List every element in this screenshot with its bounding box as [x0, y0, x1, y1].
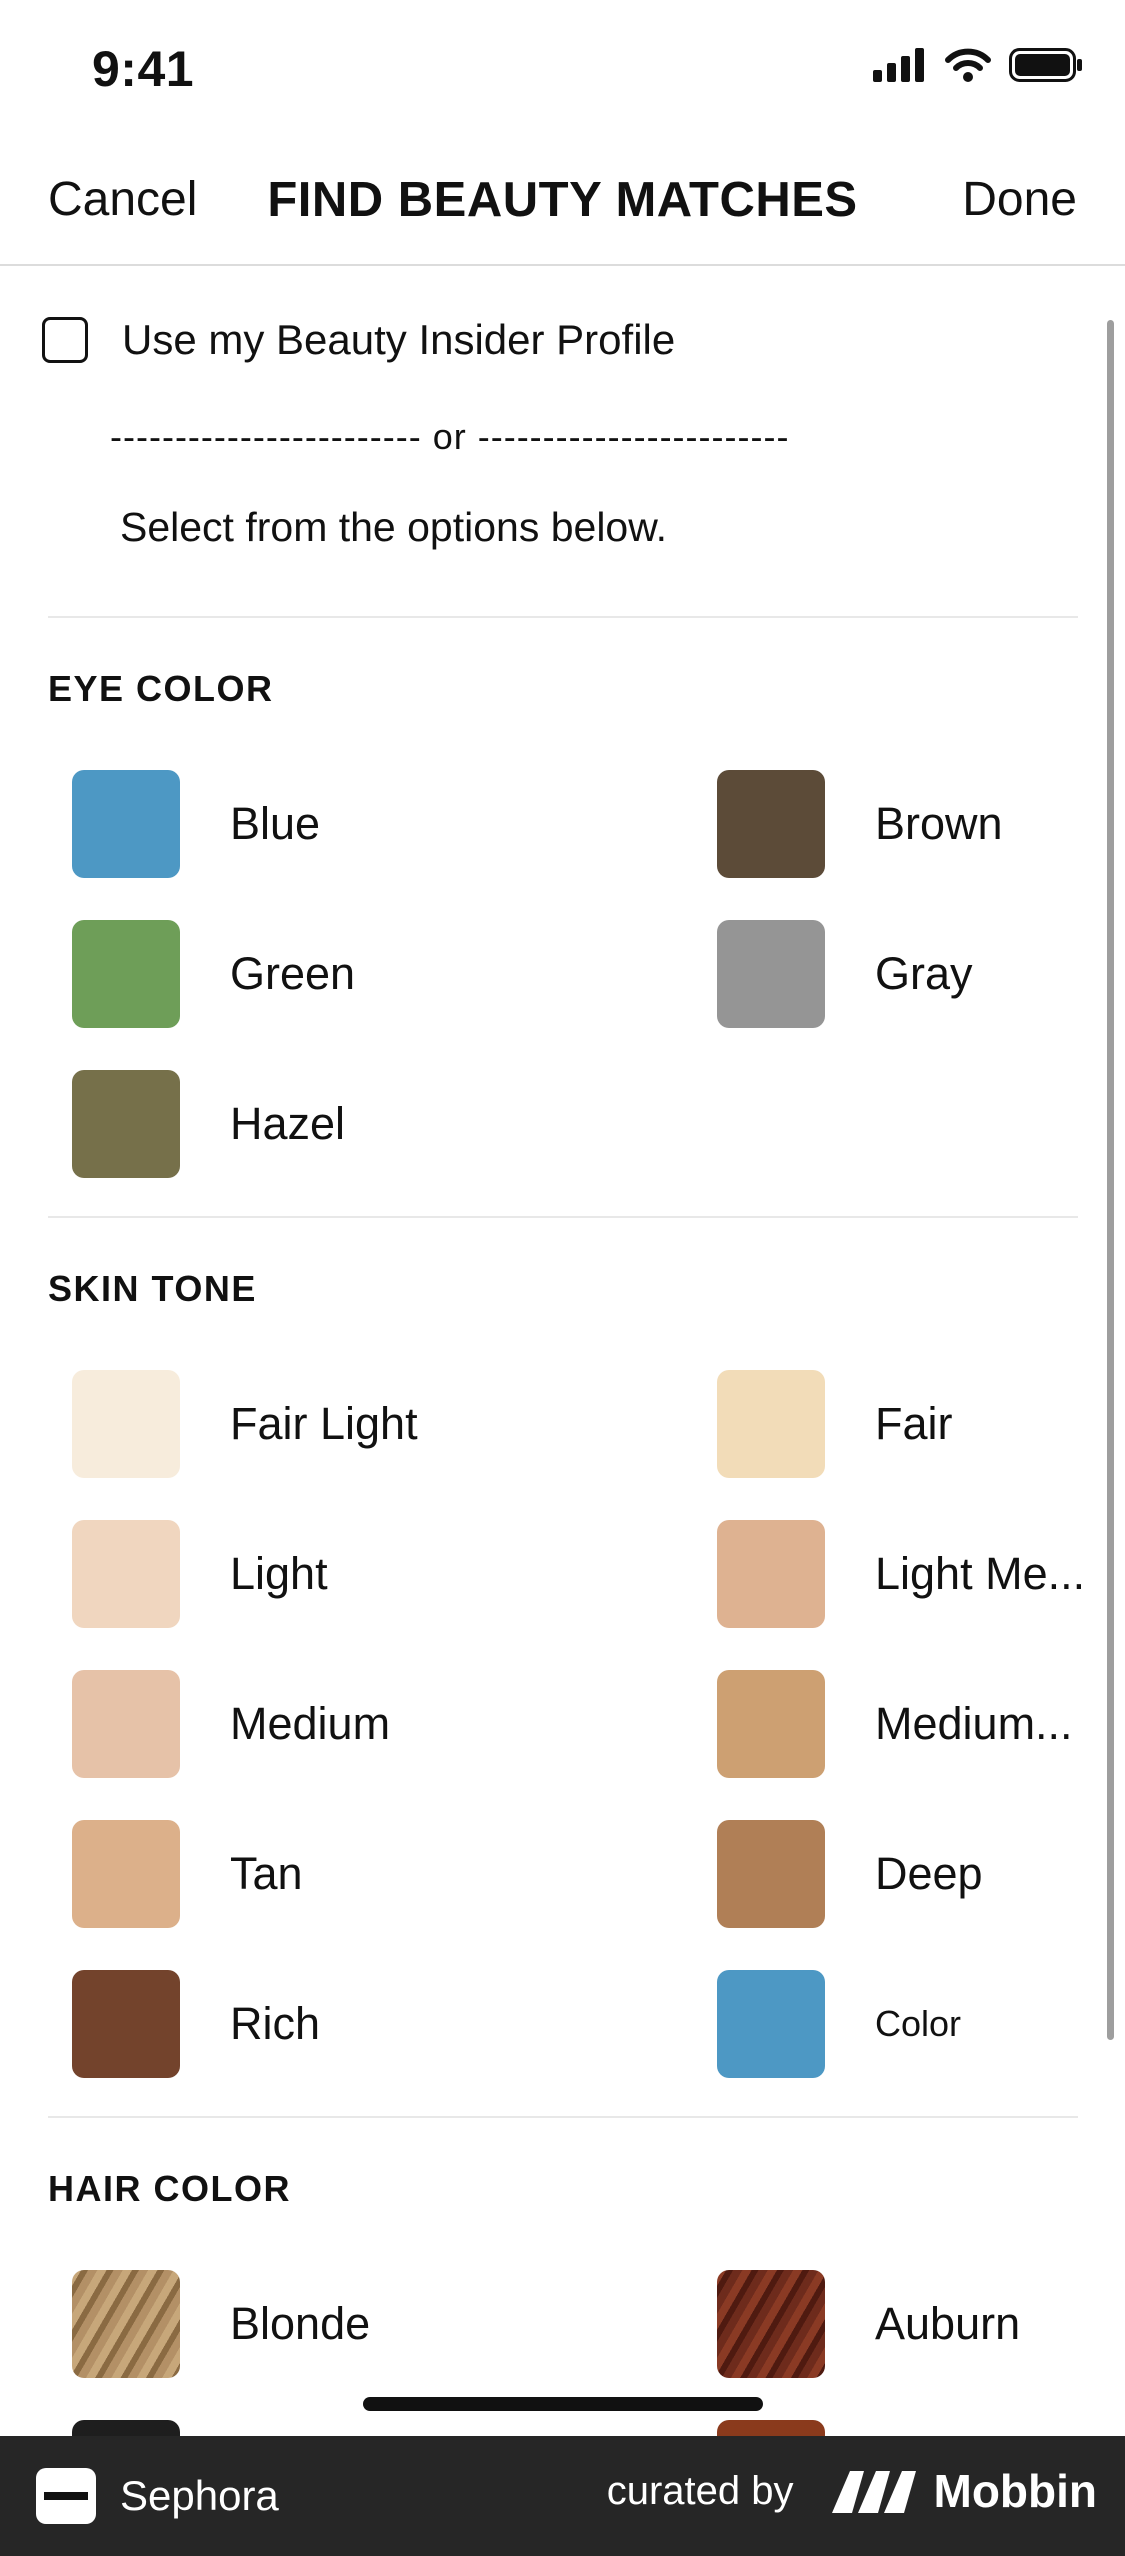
skin-tone-option-light-medium[interactable]: Light Me...	[717, 1520, 1085, 1628]
profile-checkbox-label: Use my Beauty Insider Profile	[122, 316, 676, 363]
home-indicator[interactable]	[363, 2397, 763, 2411]
color-swatch	[717, 1970, 825, 2078]
hair-swatch	[717, 2270, 825, 2378]
curated-by-text: curated by	[606, 2468, 794, 2513]
option-label: Light	[230, 1548, 328, 1599]
eye-color-option-green[interactable]: Green	[72, 920, 355, 1028]
skin-tone-option-rich[interactable]: Rich	[72, 1970, 320, 2078]
skin-tone-option-medium[interactable]: Medium	[72, 1670, 390, 1778]
skin-tone-option-fair-light[interactable]: Fair Light	[72, 1370, 418, 1478]
done-button[interactable]: Done	[962, 172, 1077, 227]
navigation-bar: Cancel FIND BEAUTY MATCHES Done	[0, 140, 1125, 266]
mobbin-wordmark: Mobbin	[933, 2465, 1098, 2517]
color-swatch	[717, 920, 825, 1028]
color-swatch	[72, 1370, 180, 1478]
mobbin-logo-icon	[831, 2471, 916, 2513]
option-label: Gray	[875, 948, 973, 999]
battery-icon	[1009, 48, 1082, 82]
status-bar: 9:41	[0, 0, 1125, 140]
beauty-insider-profile-option[interactable]: Use my Beauty Insider Profile	[42, 316, 675, 364]
option-label: Tan	[230, 1848, 303, 1899]
section-divider	[48, 1216, 1078, 1218]
option-label: Rich	[230, 1998, 321, 2049]
option-label: Medium...	[875, 1698, 1073, 1749]
color-swatch	[72, 1070, 180, 1178]
wifi-icon	[945, 48, 991, 82]
skin-tone-option-color[interactable]: Color	[717, 1970, 961, 2078]
app-brand: Sephora	[36, 2468, 279, 2524]
section-divider	[48, 2116, 1078, 2118]
skin-tone-option-medium-deep[interactable]: Medium...	[717, 1670, 1073, 1778]
skin-tone-heading: SKIN TONE	[48, 1268, 257, 1309]
status-icons	[873, 48, 1083, 82]
profile-checkbox[interactable]	[42, 317, 88, 363]
option-label: Medium	[230, 1698, 391, 1749]
or-divider: ------------------------ or ------------…	[110, 416, 790, 457]
option-label: Light Me...	[875, 1548, 1086, 1599]
color-swatch	[72, 1670, 180, 1778]
hair-swatch[interactable]	[72, 2420, 180, 2436]
option-label: Fair Light	[230, 1398, 418, 1449]
hair-color-option-blonde[interactable]: Blonde	[72, 2270, 370, 2378]
hair-swatch[interactable]	[717, 2420, 825, 2436]
hair-color-heading: HAIR COLOR	[48, 2168, 291, 2209]
color-swatch	[72, 770, 180, 878]
color-swatch	[72, 1520, 180, 1628]
color-swatch	[72, 1820, 180, 1928]
eye-color-option-brown[interactable]: Brown	[717, 770, 1003, 878]
option-label: Blue	[230, 798, 321, 849]
option-label: Blonde	[230, 2298, 371, 2349]
option-label: Color	[875, 2003, 962, 2044]
skin-tone-option-fair[interactable]: Fair	[717, 1370, 953, 1478]
curation-credit: curated by Mobbin	[607, 2464, 1097, 2518]
color-swatch	[72, 1970, 180, 2078]
eye-color-heading: EYE COLOR	[48, 668, 274, 709]
color-swatch	[717, 1820, 825, 1928]
sephora-logo-icon	[36, 2468, 96, 2524]
status-time: 9:41	[92, 41, 195, 97]
option-label: Brown	[875, 798, 1003, 849]
color-swatch	[717, 1670, 825, 1778]
skin-tone-option-tan[interactable]: Tan	[72, 1820, 303, 1928]
color-swatch	[717, 1370, 825, 1478]
option-label: Fair	[875, 1398, 953, 1449]
option-label: Auburn	[875, 2298, 1021, 2349]
filter-content[interactable]: Use my Beauty Insider Profile ----------…	[0, 266, 1125, 2436]
hair-swatch	[72, 2270, 180, 2378]
section-divider	[48, 616, 1078, 618]
eye-color-option-blue[interactable]: Blue	[72, 770, 320, 878]
app-name: Sephora	[120, 2472, 279, 2519]
skin-tone-option-deep[interactable]: Deep	[717, 1820, 983, 1928]
eye-color-option-hazel[interactable]: Hazel	[72, 1070, 345, 1178]
color-swatch	[72, 920, 180, 1028]
footer-bar: Sephora curated by Mobbin	[0, 2436, 1125, 2556]
skin-tone-option-light[interactable]: Light	[72, 1520, 328, 1628]
instruction-text: Select from the options below.	[120, 504, 667, 550]
color-swatch	[717, 770, 825, 878]
eye-color-option-gray[interactable]: Gray	[717, 920, 973, 1028]
page-title: FIND BEAUTY MATCHES	[267, 173, 858, 227]
option-label: Hazel	[230, 1098, 346, 1149]
scrollbar[interactable]	[1107, 320, 1114, 2040]
hair-color-option-auburn[interactable]: Auburn	[717, 2270, 1020, 2378]
cellular-signal-icon	[873, 48, 924, 82]
option-label: Green	[230, 948, 356, 999]
option-label: Deep	[875, 1848, 983, 1899]
color-swatch	[717, 1520, 825, 1628]
